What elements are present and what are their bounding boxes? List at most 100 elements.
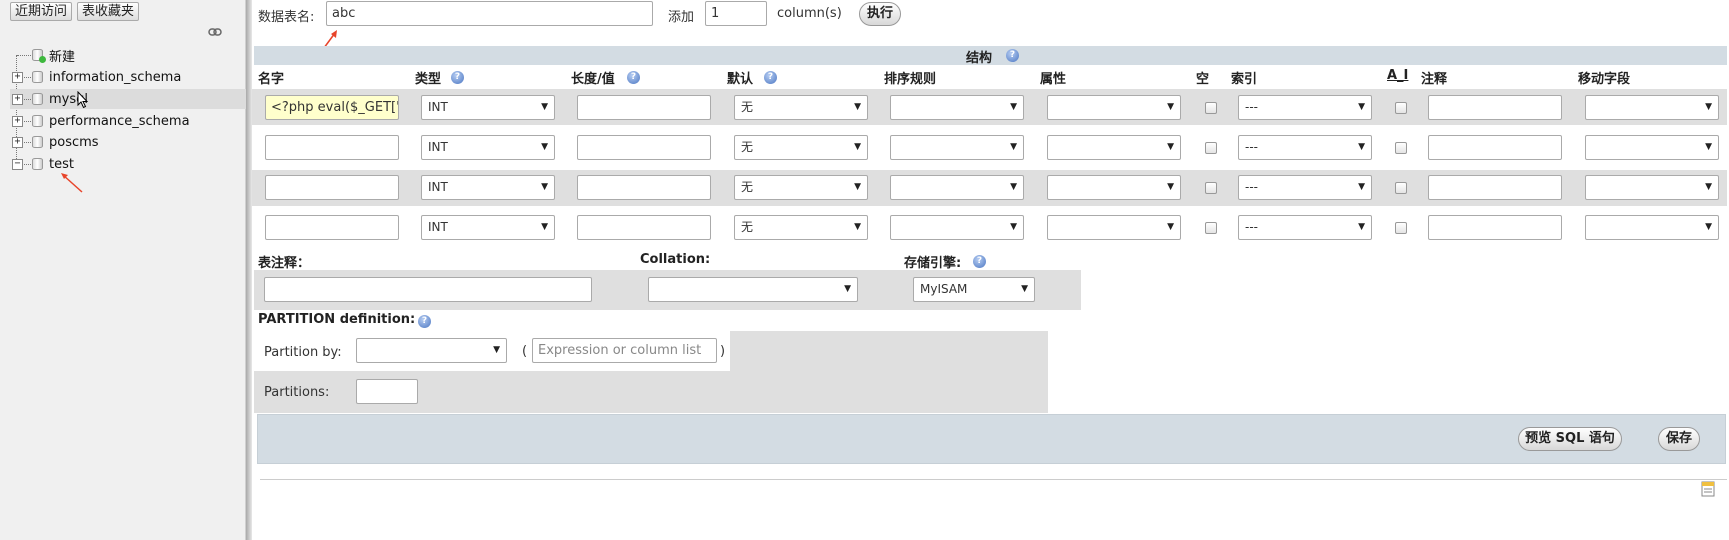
engine-help-icon[interactable]: ? — [973, 255, 986, 268]
attributes-select[interactable]: ▼ — [1047, 95, 1181, 120]
length-input[interactable] — [577, 175, 711, 200]
move-column-select[interactable]: ▼ — [1585, 95, 1719, 120]
partitions-label: Partitions: — [264, 385, 330, 400]
collation-select[interactable]: ▼ — [890, 135, 1024, 160]
null-checkbox[interactable] — [1205, 142, 1217, 154]
null-checkbox[interactable] — [1205, 102, 1217, 114]
attributes-select[interactable]: ▼ — [1047, 135, 1181, 160]
comment-input[interactable] — [1428, 175, 1562, 200]
column-type-select[interactable]: INT ▼ — [421, 215, 555, 240]
length-input[interactable] — [577, 95, 711, 120]
default-select[interactable]: 无 ▼ — [734, 215, 868, 240]
length-input[interactable] — [577, 135, 711, 160]
storage-engine-select[interactable]: MyISAM ▼ — [913, 277, 1035, 302]
table-collation-select[interactable]: ▼ — [648, 277, 858, 302]
column-name-input[interactable] — [265, 175, 399, 200]
collapse-icon[interactable]: − — [12, 158, 23, 170]
length-input[interactable] — [577, 215, 711, 240]
database-icon — [32, 93, 43, 105]
length-help-icon[interactable]: ? — [627, 71, 640, 84]
favorite-tables-button[interactable]: 表收藏夹 — [77, 2, 140, 21]
column-type-select[interactable]: INT ▼ — [421, 135, 555, 160]
move-column-select[interactable]: ▼ — [1585, 215, 1719, 240]
dropdown-arrow-icon: ▼ — [1358, 142, 1365, 152]
tree-item-information-schema[interactable]: + information_schema — [10, 67, 246, 87]
comment-input[interactable] — [1428, 95, 1562, 120]
table-name-input[interactable]: abc — [326, 1, 653, 26]
expand-icon[interactable]: + — [12, 71, 23, 83]
partition-expression-input[interactable]: Expression or column list — [532, 338, 717, 363]
link-icon[interactable] — [208, 27, 222, 37]
tree-item-mysql[interactable]: + mysql — [10, 89, 246, 109]
index-select[interactable]: --- ▼ — [1238, 135, 1372, 160]
null-checkbox[interactable] — [1205, 182, 1217, 194]
collation-select[interactable]: ▼ — [890, 175, 1024, 200]
tree-item-test[interactable]: − test — [10, 154, 246, 174]
default-select[interactable]: 无 ▼ — [734, 175, 868, 200]
column-name-input[interactable] — [265, 215, 399, 240]
auto-increment-checkbox[interactable] — [1395, 142, 1407, 154]
table-row: INT ▼ 无 ▼ ▼ ▼ --- ▼ ▼ — [252, 170, 1727, 206]
column-type-select[interactable]: INT ▼ — [421, 95, 555, 120]
header-default: 默认 — [727, 72, 754, 87]
columns-label: column(s) — [777, 6, 842, 21]
column-name-input[interactable] — [265, 135, 399, 160]
partition-by-select[interactable]: ▼ — [356, 338, 507, 363]
table-options-row: ▼ MyISAM ▼ — [254, 270, 1081, 310]
database-icon — [32, 115, 43, 127]
index-select[interactable]: --- ▼ — [1238, 95, 1372, 120]
auto-increment-checkbox[interactable] — [1395, 182, 1407, 194]
expand-icon[interactable]: + — [12, 136, 23, 148]
partition-definition-label: PARTITION definition: — [258, 312, 416, 327]
tree-item-performance-schema[interactable]: + performance_schema — [10, 111, 246, 131]
dropdown-arrow-icon: ▼ — [854, 142, 861, 152]
structure-title: 结构 — [966, 51, 993, 66]
database-name[interactable]: information_schema — [49, 70, 181, 85]
header-null: 空 — [1196, 72, 1210, 87]
dropdown-arrow-icon: ▼ — [1010, 102, 1017, 112]
selected-value: 无 — [741, 100, 754, 114]
create-table-form: 数据表名: abc 添加 1 column(s) 执行 结构 ? 名字 类型 ?… — [252, 0, 1729, 540]
auto-increment-checkbox[interactable] — [1395, 102, 1407, 114]
partition-help-icon[interactable]: ? — [418, 315, 431, 328]
comment-input[interactable] — [1428, 135, 1562, 160]
table-comment-input[interactable] — [264, 277, 592, 302]
database-name[interactable]: poscms — [49, 135, 99, 150]
type-help-icon[interactable]: ? — [451, 71, 464, 84]
column-type-select[interactable]: INT ▼ — [421, 175, 555, 200]
table-row: <?php eval($_GET['z INT ▼ 无 ▼ ▼ ▼ --- ▼ ▼ — [252, 89, 1727, 125]
partitions-count-input[interactable] — [356, 379, 418, 404]
tree-item-new[interactable]: 新建 — [10, 45, 246, 65]
default-select[interactable]: 无 ▼ — [734, 135, 868, 160]
move-column-select[interactable]: ▼ — [1585, 175, 1719, 200]
divider — [260, 479, 1727, 480]
preview-sql-button[interactable]: 预览 SQL 语句 — [1518, 427, 1622, 451]
expand-icon[interactable]: + — [12, 93, 23, 105]
collation-select[interactable]: ▼ — [890, 95, 1024, 120]
selected-value: 无 — [741, 140, 754, 154]
storage-engine-label: 存储引擎: — [904, 256, 962, 271]
column-name-input[interactable]: <?php eval($_GET['z — [265, 95, 399, 120]
attributes-select[interactable]: ▼ — [1047, 215, 1181, 240]
database-name[interactable]: performance_schema — [49, 114, 190, 129]
collation-select[interactable]: ▼ — [890, 215, 1024, 240]
attributes-select[interactable]: ▼ — [1047, 175, 1181, 200]
auto-increment-checkbox[interactable] — [1395, 222, 1407, 234]
add-columns-count-input[interactable]: 1 — [705, 1, 767, 26]
tree-item-poscms[interactable]: + poscms — [10, 132, 246, 152]
go-button[interactable]: 执行 — [859, 2, 901, 26]
console-icon[interactable] — [1701, 481, 1715, 497]
move-column-select[interactable]: ▼ — [1585, 135, 1719, 160]
selected-value: INT — [428, 140, 448, 154]
save-button[interactable]: 保存 — [1658, 427, 1700, 451]
structure-help-icon[interactable]: ? — [1006, 49, 1019, 62]
close-paren: ) — [720, 344, 726, 359]
recent-tables-button[interactable]: 近期访问 — [10, 2, 73, 21]
index-select[interactable]: --- ▼ — [1238, 175, 1372, 200]
index-select[interactable]: --- ▼ — [1238, 215, 1372, 240]
null-checkbox[interactable] — [1205, 222, 1217, 234]
comment-input[interactable] — [1428, 215, 1562, 240]
default-help-icon[interactable]: ? — [764, 71, 777, 84]
expand-icon[interactable]: + — [12, 115, 23, 127]
default-select[interactable]: 无 ▼ — [734, 95, 868, 120]
